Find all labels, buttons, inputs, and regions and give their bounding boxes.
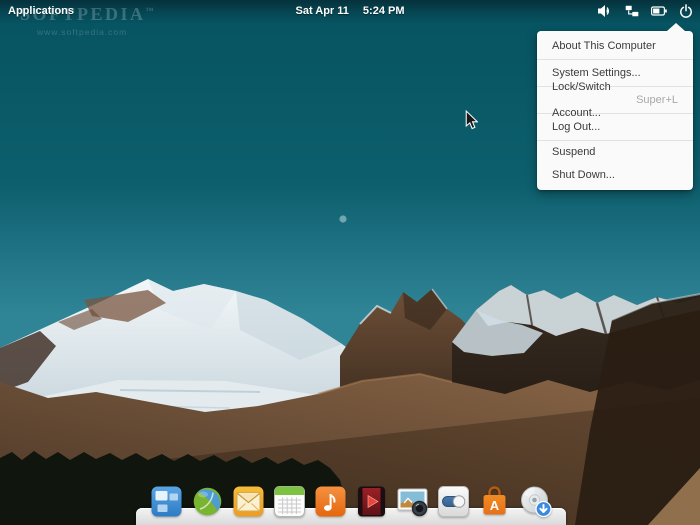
dock: A xyxy=(136,481,566,525)
appcenter-letter: A xyxy=(490,498,500,513)
midori-browser-icon[interactable] xyxy=(191,485,224,518)
appcenter-icon[interactable]: A xyxy=(478,485,511,518)
network-icon[interactable] xyxy=(625,5,639,17)
volume-icon[interactable] xyxy=(597,4,613,18)
panel-date: Sat Apr 11 xyxy=(296,0,349,22)
menu-item-label: Log Out... xyxy=(552,114,600,140)
menu-item-shut-down[interactable]: Shut Down... xyxy=(537,164,693,187)
top-panel: Applications Sat Apr 11 5:24 PM xyxy=(0,0,700,24)
session-menu: About This Computer System Settings... L… xyxy=(537,31,693,190)
power-icon[interactable] xyxy=(679,4,693,18)
panel-time: 5:24 PM xyxy=(363,0,405,22)
calendar-icon[interactable] xyxy=(273,485,306,518)
menu-item-label: About This Computer xyxy=(552,33,656,59)
menu-item-label: Shut Down... xyxy=(552,164,615,187)
photos-icon[interactable] xyxy=(396,485,429,518)
install-disc-icon[interactable] xyxy=(519,485,552,518)
applications-menu-button[interactable]: Applications xyxy=(8,0,74,22)
system-settings-icon[interactable] xyxy=(437,485,470,518)
menu-item-shortcut: Super+L xyxy=(636,87,678,113)
multitasking-icon[interactable] xyxy=(150,485,183,518)
menu-item-label: Suspend xyxy=(552,141,595,164)
geary-mail-icon[interactable] xyxy=(232,485,265,518)
desktop: SOFTPEDIA™ www.softpedia.com Application… xyxy=(0,0,700,525)
dock-icon-row: A xyxy=(150,485,552,518)
menu-arrow-icon xyxy=(667,23,685,31)
menu-item-lock-switch-account[interactable]: Lock/Switch Account... Super+L xyxy=(537,87,693,113)
menu-item-suspend[interactable]: Suspend xyxy=(537,141,693,164)
mouse-cursor xyxy=(465,110,478,130)
panel-clock[interactable]: Sat Apr 11 5:24 PM xyxy=(296,0,405,22)
menu-item-about-this-computer[interactable]: About This Computer xyxy=(537,33,693,59)
battery-icon[interactable] xyxy=(651,6,667,16)
videos-icon[interactable] xyxy=(355,485,388,518)
music-icon[interactable] xyxy=(314,485,347,518)
panel-status-area xyxy=(597,0,693,22)
